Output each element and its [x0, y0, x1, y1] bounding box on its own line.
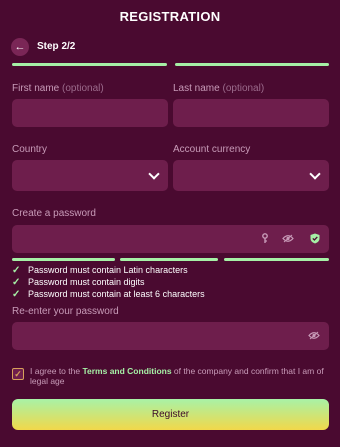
strength-bar-1	[12, 258, 115, 261]
country-label: Country	[12, 144, 48, 155]
strength-bar-2	[120, 258, 218, 261]
chevron-down-icon	[148, 168, 160, 180]
repeat-password-label: Re-enter your password	[12, 306, 119, 317]
strength-bar-3	[224, 258, 329, 261]
key-icon[interactable]	[261, 233, 269, 247]
step-2-progress	[175, 63, 329, 66]
password-rule: ✓ Password must contain digits	[12, 277, 145, 288]
password-rule: ✓ Password must contain at least 6 charac…	[12, 289, 205, 300]
password-rule: ✓ Password must contain Latin characters	[12, 265, 188, 276]
arrow-left-icon: ←	[14, 41, 26, 53]
country-select[interactable]	[12, 160, 168, 191]
password-label: Create a password	[12, 208, 96, 219]
step-1-progress	[12, 63, 167, 66]
terms-checkbox[interactable]: ✓	[12, 368, 24, 380]
check-icon: ✓	[12, 277, 21, 288]
register-button[interactable]: Register	[12, 399, 329, 430]
password-input[interactable]	[12, 225, 329, 253]
back-button[interactable]: ←	[11, 38, 29, 56]
terms-agreement: I agree to the Terms and Conditions of t…	[30, 366, 324, 386]
first-name-label: First name (optional)	[12, 83, 104, 94]
repeat-password-input[interactable]	[12, 322, 329, 350]
terms-link[interactable]: Terms and Conditions	[82, 366, 171, 376]
eye-icon[interactable]	[282, 234, 294, 246]
last-name-input[interactable]	[173, 99, 329, 127]
check-icon: ✓	[12, 265, 21, 276]
chevron-down-icon	[309, 168, 321, 180]
page-title: REGISTRATION	[119, 9, 221, 24]
shield-check-icon	[310, 233, 320, 247]
eye-icon[interactable]	[308, 331, 320, 343]
check-icon: ✓	[12, 289, 21, 300]
step-indicator: Step 2/2	[37, 41, 76, 52]
currency-label: Account currency	[173, 144, 251, 155]
last-name-label: Last name (optional)	[173, 83, 265, 94]
currency-select[interactable]	[173, 160, 329, 191]
first-name-input[interactable]	[12, 99, 168, 127]
